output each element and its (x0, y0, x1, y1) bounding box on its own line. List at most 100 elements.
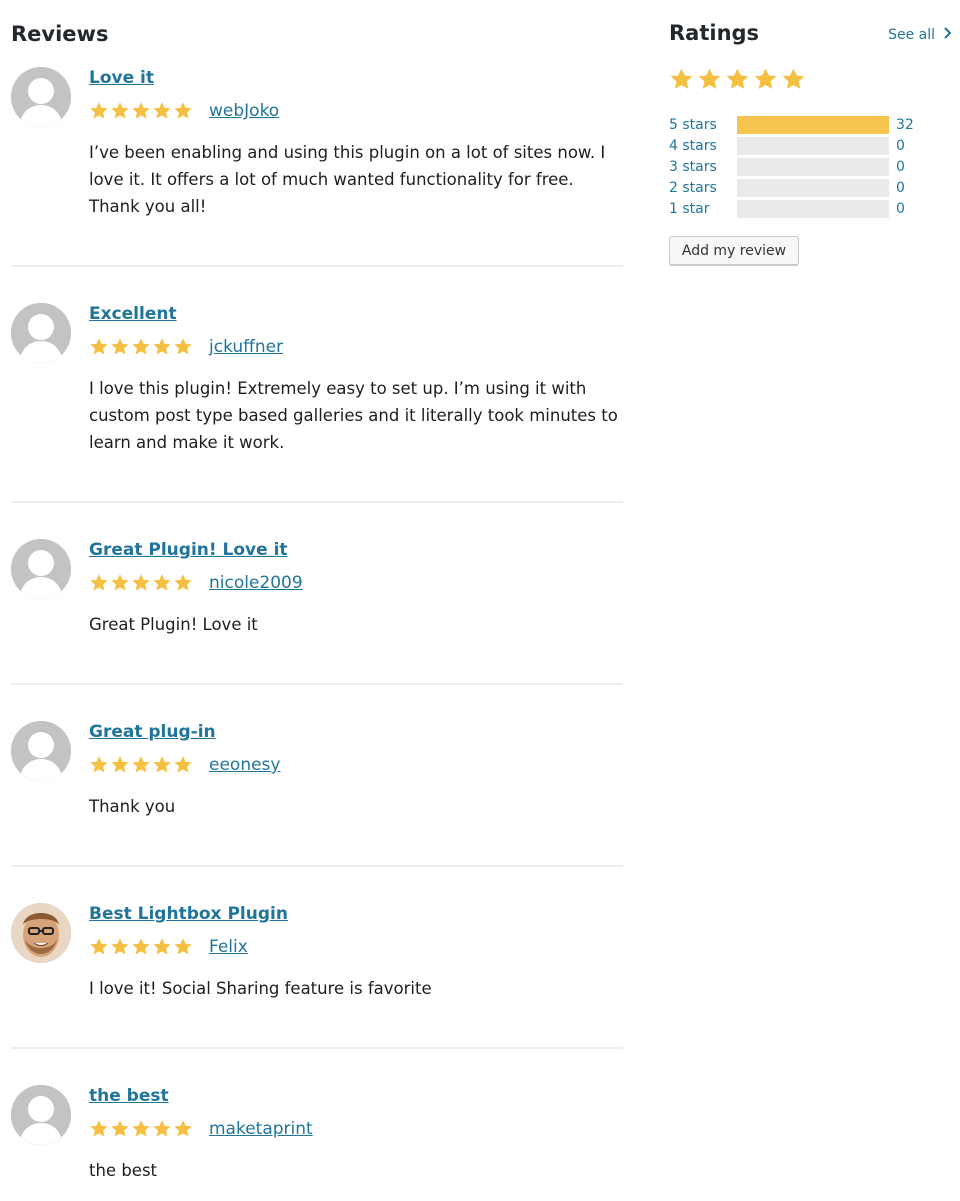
review-star-rating (89, 755, 193, 775)
review-divider (11, 265, 623, 267)
review-meta: eeonesy (89, 753, 623, 777)
review-star-rating (89, 573, 193, 593)
star-icon (698, 68, 721, 89)
star-icon (174, 938, 192, 955)
star-icon (670, 68, 693, 89)
rating-row: 1 star 0 (669, 198, 951, 219)
review-text: Great Plugin! Love it (89, 615, 258, 634)
star-icon (174, 338, 192, 355)
review-author-link[interactable]: Felix (209, 936, 248, 958)
rating-count: 0 (896, 179, 905, 196)
star-icon (132, 574, 150, 591)
star-icon (111, 756, 129, 773)
star-icon (174, 574, 192, 591)
review-star-rating (89, 1119, 193, 1139)
star-icon (174, 1120, 192, 1137)
ratings-heading: Ratings (669, 21, 760, 45)
rating-bar-fill (737, 115, 889, 134)
rating-count: 0 (896, 200, 905, 217)
review-body: Great plug-in eeonesy Thank you (89, 721, 623, 820)
rating-bar (737, 178, 889, 197)
star-icon (174, 102, 192, 119)
review-title-link[interactable]: the best (89, 1085, 623, 1109)
review-divider (11, 1047, 623, 1049)
rating-count: 0 (896, 158, 905, 175)
review-title-link[interactable]: Great Plugin! Love it (89, 539, 623, 563)
default-avatar-icon (11, 303, 71, 363)
default-avatar-icon (11, 539, 71, 599)
rating-breakdown: 5 stars 32 4 stars 0 3 stars 0 2 stars 0 1 star 0 (669, 114, 951, 219)
star-icon (90, 756, 108, 773)
star-icon (153, 338, 171, 355)
review-author-link[interactable]: jckuffner (209, 336, 283, 358)
review-author-link[interactable]: eeonesy (209, 754, 280, 776)
rating-count: 32 (896, 116, 914, 133)
add-my-review-button[interactable]: Add my review (669, 236, 799, 265)
star-icon (90, 574, 108, 591)
rating-count: 0 (896, 137, 905, 154)
review-divider (11, 865, 623, 867)
user-photo-avatar (11, 903, 71, 963)
overall-rating-stars (669, 67, 806, 92)
review-body: the best maketaprint the best (89, 1085, 623, 1184)
review-text: I love this plugin! Extremely easy to se… (89, 379, 618, 452)
chevron-right-icon (943, 27, 952, 43)
review-body: Best Lightbox Plugin Felix I love it! Soci… (89, 903, 623, 1002)
star-icon (111, 574, 129, 591)
star-icon (132, 756, 150, 773)
star-icon (90, 938, 108, 955)
default-avatar-icon (11, 721, 71, 781)
review-title-link[interactable]: Best Lightbox Plugin (89, 903, 623, 927)
rating-bar (737, 115, 889, 134)
review-body: Great Plugin! Love it nicole2009 Great Plu… (89, 539, 623, 638)
rating-filter-link[interactable]: 2 stars (669, 180, 737, 196)
rating-row: 2 stars 0 (669, 177, 951, 198)
rating-row: 3 stars 0 (669, 156, 951, 177)
review-star-rating (89, 101, 193, 121)
star-icon (90, 102, 108, 119)
review-star-rating (89, 337, 193, 357)
star-icon (132, 338, 150, 355)
review-title-link[interactable]: Excellent (89, 303, 623, 327)
star-icon (153, 756, 171, 773)
star-icon (132, 1120, 150, 1137)
star-icon (111, 938, 129, 955)
star-icon (111, 338, 129, 355)
default-avatar-icon (11, 1085, 71, 1145)
star-icon (90, 338, 108, 355)
review-divider (11, 501, 623, 503)
review-divider (11, 683, 623, 685)
review-meta: jckuffner (89, 335, 623, 359)
review-title-link[interactable]: Love it (89, 67, 623, 91)
review-author-link[interactable]: maketaprint (209, 1118, 313, 1140)
star-icon (111, 1120, 129, 1137)
star-icon (174, 756, 192, 773)
rating-bar (737, 199, 889, 218)
review-text: I’ve been enabling and using this plugin… (89, 143, 606, 216)
rating-row: 4 stars 0 (669, 135, 951, 156)
rating-filter-link[interactable]: 3 stars (669, 159, 737, 175)
see-all-link[interactable]: See all (888, 27, 952, 43)
review-meta: Felix (89, 935, 623, 959)
star-icon (132, 102, 150, 119)
see-all-label: See all (888, 27, 935, 43)
review-author-link[interactable]: nicole2009 (209, 572, 303, 594)
review-star-rating (89, 937, 193, 957)
review-text: Thank you (89, 797, 176, 816)
star-icon (153, 1120, 171, 1137)
rating-filter-link[interactable]: 5 stars (669, 117, 737, 133)
review-body: Excellent jckuffner I love this plugin! Ex… (89, 303, 623, 456)
review-author-link[interactable]: webJoko (209, 100, 279, 122)
rating-filter-link[interactable]: 4 stars (669, 138, 737, 154)
star-icon (90, 1120, 108, 1137)
review-meta: nicole2009 (89, 571, 623, 595)
rating-row: 5 stars 32 (669, 114, 951, 135)
rating-filter-link[interactable]: 1 star (669, 201, 737, 217)
review-text: I love it! Social Sharing feature is fav… (89, 979, 432, 998)
review-meta: maketaprint (89, 1117, 623, 1141)
default-avatar-icon (11, 67, 71, 127)
star-icon (153, 574, 171, 591)
rating-bar (737, 157, 889, 176)
review-text: the best (89, 1161, 158, 1180)
review-title-link[interactable]: Great plug-in (89, 721, 623, 745)
